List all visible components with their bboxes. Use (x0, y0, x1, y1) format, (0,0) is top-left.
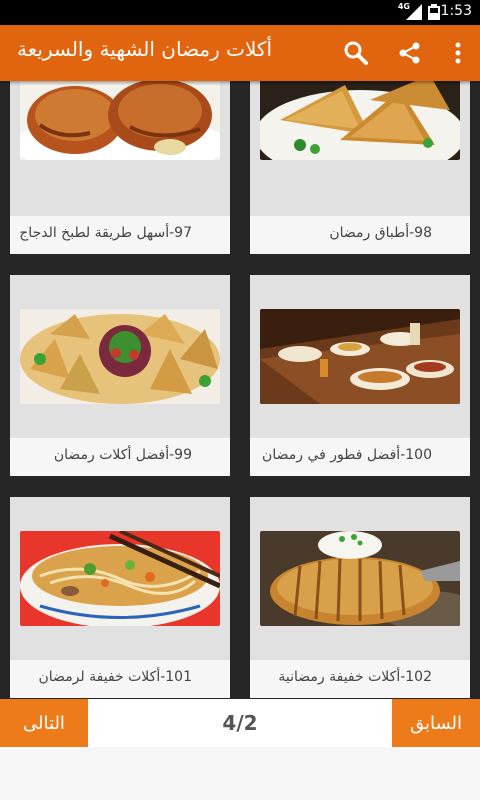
recipe-card-97[interactable]: 97-أسهل طريقة لطبخ الدجاج (10, 81, 230, 254)
app-title: أكلات رمضان الشهية والسريعة (17, 37, 272, 61)
samosa-plate-image (260, 81, 460, 160)
recipe-caption: 102-أكلات خفيفة رمضانية (250, 660, 470, 698)
footer-space (0, 747, 480, 800)
status-bar: 4G 1:53 (0, 0, 480, 25)
app-bar: أكلات رمضان الشهية والسريعة (0, 25, 480, 81)
recipe-title: 102-أكلات خفيفة رمضانية (278, 669, 432, 685)
recipe-card-100[interactable]: 100-أفضل فطور في رمضان (250, 275, 470, 476)
recipe-caption: 99-أفضل أكلات رمضان (10, 438, 230, 476)
recipe-caption: 101-أكلات خفيفة لرمضان (10, 660, 230, 698)
pagination-bar: التالى 4/2 السابق (0, 699, 480, 747)
page-indicator: 4/2 (222, 711, 258, 735)
clock: 1:53 (440, 3, 472, 19)
iftar-table-image (260, 309, 460, 404)
recipe-card-98[interactable]: 98-أطباق رمضان (250, 81, 470, 254)
recipe-title: 97-أسهل طريقة لطبخ الدجاج (19, 225, 192, 241)
battery-icon (428, 4, 440, 20)
recipe-card-101[interactable]: 101-أكلات خفيفة لرمضان (10, 497, 230, 698)
noodle-soup-image (20, 531, 220, 626)
recipe-title: 101-أكلات خفيفة لرمضان (38, 669, 193, 685)
recipe-card-99[interactable]: 99-أفضل أكلات رمضان (10, 275, 230, 476)
more-vert-icon[interactable] (448, 39, 476, 67)
roast-chicken-image (20, 81, 220, 160)
previous-button[interactable]: السابق (392, 699, 480, 747)
share-icon[interactable] (396, 39, 424, 67)
recipe-title: 98-أطباق رمضان (329, 225, 432, 241)
recipe-caption: 98-أطباق رمضان (250, 216, 470, 254)
signal-icon (406, 4, 422, 20)
recipe-grid: 97-أسهل طريقة لطبخ الدجاج 98-أطباق رمضان (0, 81, 480, 699)
recipe-card-102[interactable]: 102-أكلات خفيفة رمضانية (250, 497, 470, 698)
search-icon[interactable] (342, 39, 370, 67)
recipe-caption: 97-أسهل طريقة لطبخ الدجاج (10, 216, 230, 254)
recipe-title: 100-أفضل فطور في رمضان (262, 447, 432, 463)
recipe-caption: 100-أفضل فطور في رمضان (250, 438, 470, 476)
hasselback-potato-image (260, 531, 460, 626)
next-button[interactable]: التالى (0, 699, 88, 747)
samosa-platter-image (20, 309, 220, 404)
recipe-title: 99-أفضل أكلات رمضان (53, 447, 192, 463)
